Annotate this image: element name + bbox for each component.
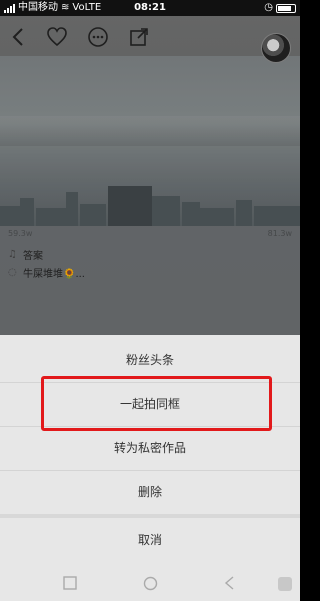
action-sheet: 粉丝头条 一起拍同框 转为私密作品 删除 取消 xyxy=(0,335,300,567)
alarm-icon: ◷ xyxy=(264,2,273,13)
cancel-divider xyxy=(0,514,300,518)
sheet-item-make-private[interactable]: 转为私密作品 xyxy=(0,427,300,469)
triangle-back-icon[interactable] xyxy=(223,576,237,590)
circle-icon[interactable] xyxy=(143,576,158,591)
square-icon[interactable] xyxy=(63,576,77,590)
clock: 08:21 xyxy=(134,2,166,13)
handle-icon[interactable] xyxy=(278,577,292,591)
system-nav-bar xyxy=(0,567,300,601)
sheet-item-delete[interactable]: 删除 xyxy=(0,471,300,513)
screen: 59.3w 81.3w ♫ 答案 ◌ 牛屎堆堆🌻... 粉丝头条 一起拍同框 转… xyxy=(0,0,300,601)
battery-icon xyxy=(276,3,296,13)
highlight-annotation-box xyxy=(41,376,272,431)
status-right: ◷ xyxy=(264,0,296,16)
cancel-button[interactable]: 取消 xyxy=(0,519,300,561)
status-bar: 中国移动 ≋ VoLTE 08:21 ◷ xyxy=(0,0,300,16)
sheet-item-fans-headline[interactable]: 粉丝头条 xyxy=(0,339,300,381)
